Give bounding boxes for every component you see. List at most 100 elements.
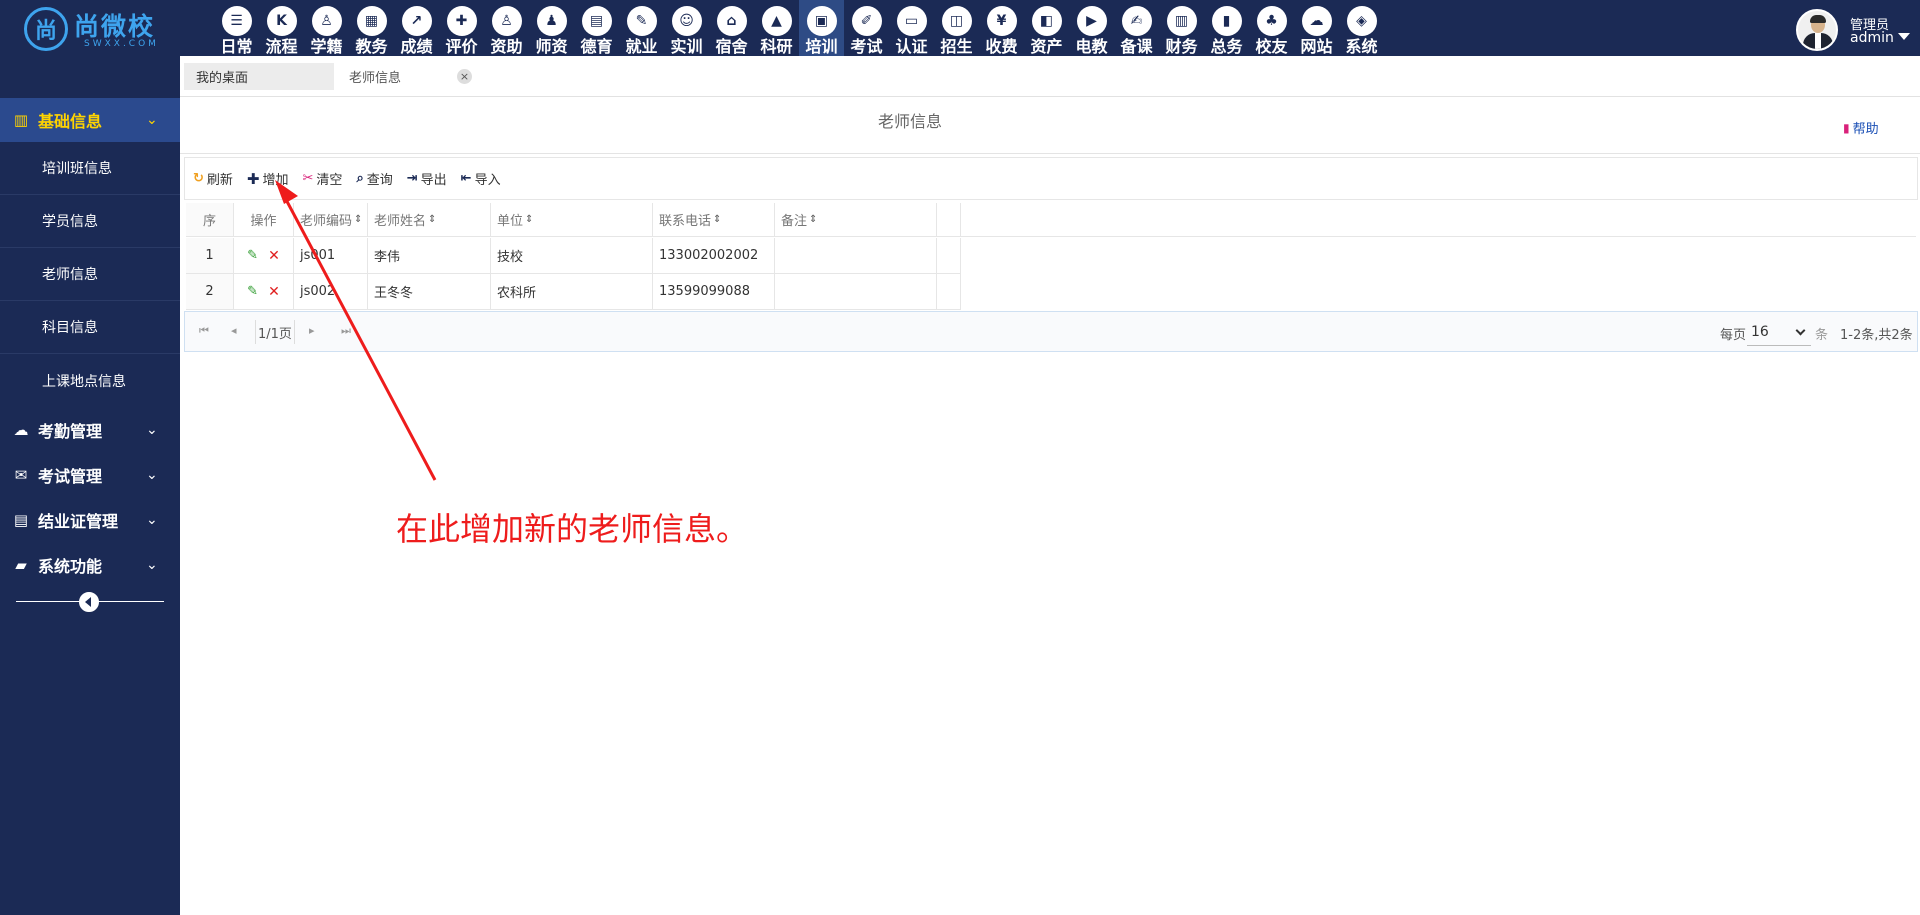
module-icon: ✐ [851, 6, 882, 36]
edit-pencil-icon[interactable]: ✎ [247, 248, 258, 263]
per-page-unit: 条 [1815, 328, 1829, 343]
header-phone[interactable]: 联系电话 ⇕ [653, 203, 775, 236]
sidebar-group-label: 考试管理 [38, 467, 103, 486]
clear-button[interactable]: ✂ 清空 [303, 169, 343, 188]
module-icon: ▥ [1166, 6, 1197, 36]
module-19[interactable]: ▶ 电教 [1069, 0, 1114, 56]
module-11[interactable]: ⌂ 宿舍 [709, 0, 754, 56]
module-25[interactable]: ◈ 系统 [1339, 0, 1384, 56]
module-icon: ◧ [1031, 6, 1062, 36]
toolbar: ↻ 刷新 ✚ 增加 ✂ 清空 ⌕ 查询 ⇥ 导出 ⇤ 导入 [184, 157, 1918, 200]
module-3[interactable]: ▦ 教务 [349, 0, 394, 56]
module-icon: K [266, 6, 297, 36]
per-page-select[interactable]: 16 [1747, 318, 1811, 346]
delete-x-icon[interactable]: ✕ [268, 284, 280, 300]
annotation-arrow [275, 180, 437, 481]
add-button[interactable]: ✚ 增加 [247, 169, 289, 189]
user-menu[interactable]: 管理员 admin [1796, 9, 1916, 51]
module-label: 流程 [265, 37, 298, 56]
help-link[interactable]: ▮ 帮助 [1843, 118, 1879, 138]
cloud-icon: ☁ [13, 421, 29, 439]
header-note[interactable]: 备注 ⇕ [775, 203, 937, 236]
module-label: 收费 [985, 37, 1018, 56]
module-9[interactable]: ✎ 就业 [619, 0, 664, 56]
logo-mark: 尚 [24, 7, 68, 51]
sidebar-item-teacher[interactable]: 老师信息 [0, 248, 180, 301]
export-button[interactable]: ⇥ 导出 [407, 169, 447, 188]
module-7[interactable]: ♟ 师资 [529, 0, 574, 56]
module-label: 网站 [1300, 37, 1333, 56]
module-icon: ✎ [626, 6, 657, 36]
header-operation: 操作 [234, 203, 294, 236]
sidebar-group-exam[interactable]: ✉ 考试管理 ⌄ [0, 453, 180, 497]
module-label: 电教 [1075, 37, 1108, 56]
module-23[interactable]: ♣ 校友 [1249, 0, 1294, 56]
module-0[interactable]: ☰ 日常 [214, 0, 259, 56]
module-icon: ✍ [1121, 6, 1152, 36]
row-note [775, 274, 937, 309]
user-avatar[interactable] [1796, 9, 1838, 51]
module-12[interactable]: ▲ 科研 [754, 0, 799, 56]
query-button[interactable]: ⌕ 查询 [356, 169, 392, 188]
module-16[interactable]: ◫ 招生 [934, 0, 979, 56]
header-label: 联系电话 [659, 214, 712, 229]
sidebar-group-label: 基础信息 [38, 112, 103, 131]
user-dropdown-caret-icon[interactable] [1898, 33, 1910, 40]
header-teacher-code[interactable]: 老师编码 ⇕ [294, 203, 368, 236]
logo-name: 尚微校 [74, 12, 156, 41]
header-label: 老师编码 [300, 214, 353, 229]
sidebar-item-training-class[interactable]: 培训班信息 [0, 142, 180, 195]
header-teacher-name[interactable]: 老师姓名 ⇕ [368, 203, 491, 236]
sidebar-item-student[interactable]: 学员信息 [0, 195, 180, 248]
module-15[interactable]: ▭ 认证 [889, 0, 934, 56]
module-6[interactable]: ♙ 资助 [484, 0, 529, 56]
refresh-button[interactable]: ↻ 刷新 [193, 169, 233, 188]
header-unit[interactable]: 单位 ⇕ [491, 203, 653, 236]
module-5[interactable]: ✚ 评价 [439, 0, 484, 56]
delete-x-icon[interactable]: ✕ [268, 248, 280, 264]
import-button[interactable]: ⇤ 导入 [461, 169, 501, 188]
module-label: 校友 [1255, 37, 1288, 56]
row-spacer [937, 274, 961, 309]
sidebar-collapse-button[interactable] [79, 592, 99, 612]
module-4[interactable]: ↗ 成绩 [394, 0, 439, 56]
scissors-icon: ✂ [302, 171, 314, 186]
table-row[interactable]: 2 ✎ ✕ js002 王冬冬 农科所 13599099088 [186, 274, 961, 310]
module-24[interactable]: ☁ 网站 [1294, 0, 1339, 56]
edit-pencil-icon[interactable]: ✎ [247, 284, 258, 299]
next-page-icon[interactable]: ▸ [309, 324, 315, 337]
user-name[interactable]: admin [1850, 30, 1894, 46]
chevron-down-icon: ⌄ [146, 467, 158, 483]
module-8[interactable]: ▤ 德育 [574, 0, 619, 56]
module-20[interactable]: ✍ 备课 [1114, 0, 1159, 56]
module-1[interactable]: K 流程 [259, 0, 304, 56]
export-icon: ⇥ [406, 171, 418, 186]
sidebar-group-attendance[interactable]: ☁ 考勤管理 ⌄ [0, 408, 180, 452]
row-teacher-name: 李伟 [368, 238, 491, 273]
query-label: 查询 [366, 173, 393, 188]
first-page-icon[interactable]: ⏮ [199, 324, 209, 338]
module-2[interactable]: ♙ 学籍 [304, 0, 349, 56]
module-10[interactable]: ☺ 实训 [664, 0, 709, 56]
module-18[interactable]: ◧ 资产 [1024, 0, 1069, 56]
sidebar-group-certificate[interactable]: ▤ 结业证管理 ⌄ [0, 498, 180, 542]
module-22[interactable]: ▮ 总务 [1204, 0, 1249, 56]
module-17[interactable]: ¥ 收费 [979, 0, 1024, 56]
prev-page-icon[interactable]: ◂ [231, 324, 237, 337]
module-label: 实训 [670, 37, 703, 56]
close-icon[interactable]: × [457, 69, 472, 84]
row-phone: 13599099088 [653, 274, 775, 309]
table-row[interactable]: 1 ✎ ✕ js001 李伟 技校 133002002002 [186, 238, 961, 274]
module-21[interactable]: ▥ 财务 [1159, 0, 1204, 56]
book-icon: ▥ [13, 111, 29, 129]
tab-teacher-info[interactable]: 老师信息 × [337, 63, 491, 90]
module-14[interactable]: ✐ 考试 [844, 0, 889, 56]
tab-my-desktop[interactable]: 我的桌面 [184, 63, 334, 90]
last-page-icon[interactable]: ⏭ [341, 324, 351, 338]
module-13[interactable]: ▣ 培训 [799, 0, 844, 56]
sidebar-group-basic-info[interactable]: ▥ 基础信息 ⌄ [0, 98, 180, 142]
sidebar-item-subject[interactable]: 科目信息 [0, 301, 180, 354]
school-logo[interactable]: 尚 尚微校 SWXX.COM [24, 5, 168, 53]
sidebar-group-system[interactable]: ▰ 系统功能 ⌄ [0, 543, 180, 587]
sidebar-item-location[interactable]: 上课地点信息 [0, 354, 180, 407]
